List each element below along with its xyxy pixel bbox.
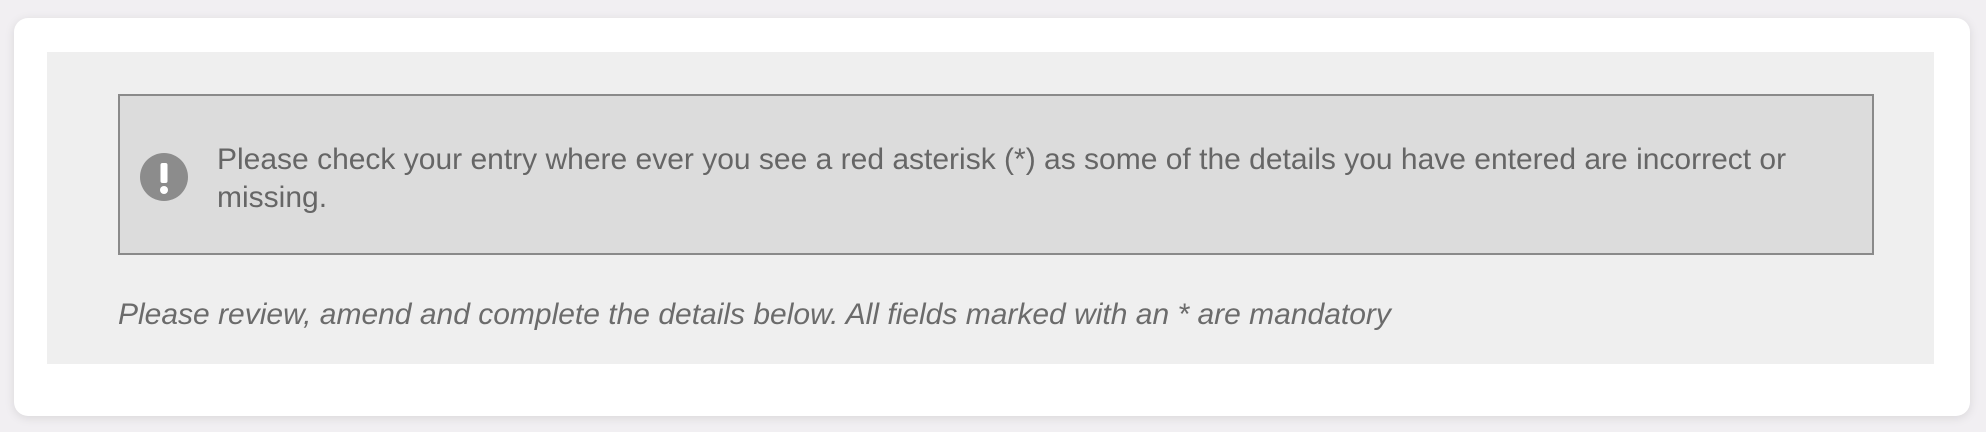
error-message: Please check your entry where ever you s… — [217, 143, 1787, 214]
error-alert: Please check your entry where ever you s… — [118, 94, 1874, 255]
validation-panel: Please check your entry where ever you s… — [47, 52, 1934, 364]
form-card: Please check your entry where ever you s… — [14, 18, 1970, 416]
form-instructions: Please review, amend and complete the de… — [118, 298, 1391, 331]
exclamation-circle-icon — [140, 153, 188, 201]
